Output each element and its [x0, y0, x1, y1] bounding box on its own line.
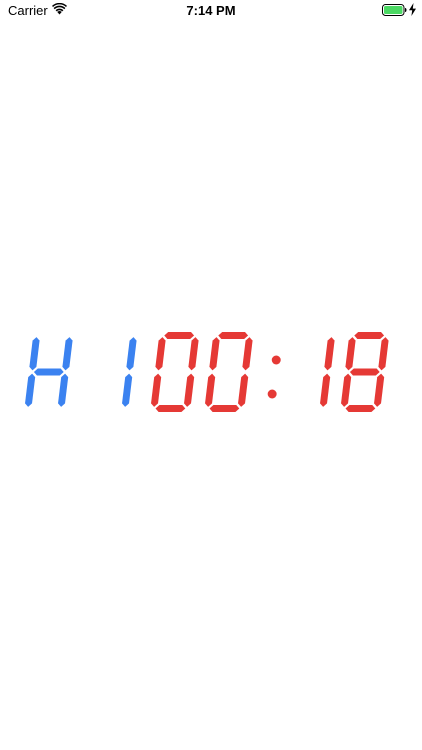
segment-c	[374, 373, 385, 407]
segment-f	[209, 337, 220, 371]
segment-g	[349, 368, 380, 376]
segment-d	[345, 405, 376, 412]
segment-e	[205, 373, 216, 407]
segment-b	[378, 337, 389, 371]
minutes-tens-digit	[151, 332, 199, 412]
segment-d	[155, 405, 186, 412]
segment-c	[122, 373, 133, 407]
segment-c	[58, 373, 69, 407]
half-label-digit	[25, 337, 73, 407]
segment-f	[155, 337, 166, 371]
segment-b	[62, 337, 73, 371]
battery-full-icon	[382, 4, 407, 16]
status-bar: Carrier 7:14 PM	[0, 0, 422, 22]
segment-e	[151, 373, 162, 407]
charging-bolt-icon	[409, 3, 416, 16]
segment-f	[345, 337, 356, 371]
segment-c	[320, 373, 331, 407]
seven-segment-display	[25, 332, 389, 412]
seconds-ones-digit	[341, 332, 389, 412]
colon-dot	[271, 355, 281, 365]
clock-colon	[267, 355, 281, 399]
segment-d	[209, 405, 240, 412]
segment-e	[25, 373, 36, 407]
segment-b	[188, 337, 199, 371]
status-time: 7:14 PM	[186, 3, 236, 18]
half-number-digit	[122, 337, 137, 407]
segment-a	[164, 332, 195, 339]
segment-c	[184, 373, 195, 407]
segment-e	[341, 373, 352, 407]
segment-b	[324, 337, 335, 371]
segment-b	[242, 337, 253, 371]
scoreboard-display: H 1 00 18	[0, 320, 422, 420]
segment-g	[33, 368, 64, 376]
segment-a	[218, 332, 249, 339]
colon-dot	[267, 389, 277, 399]
segment-f	[29, 337, 40, 371]
segment-b	[126, 337, 137, 371]
segment-c	[238, 373, 249, 407]
segment-a	[354, 332, 385, 339]
seconds-tens-digit	[320, 337, 335, 407]
minutes-ones-digit	[205, 332, 253, 412]
